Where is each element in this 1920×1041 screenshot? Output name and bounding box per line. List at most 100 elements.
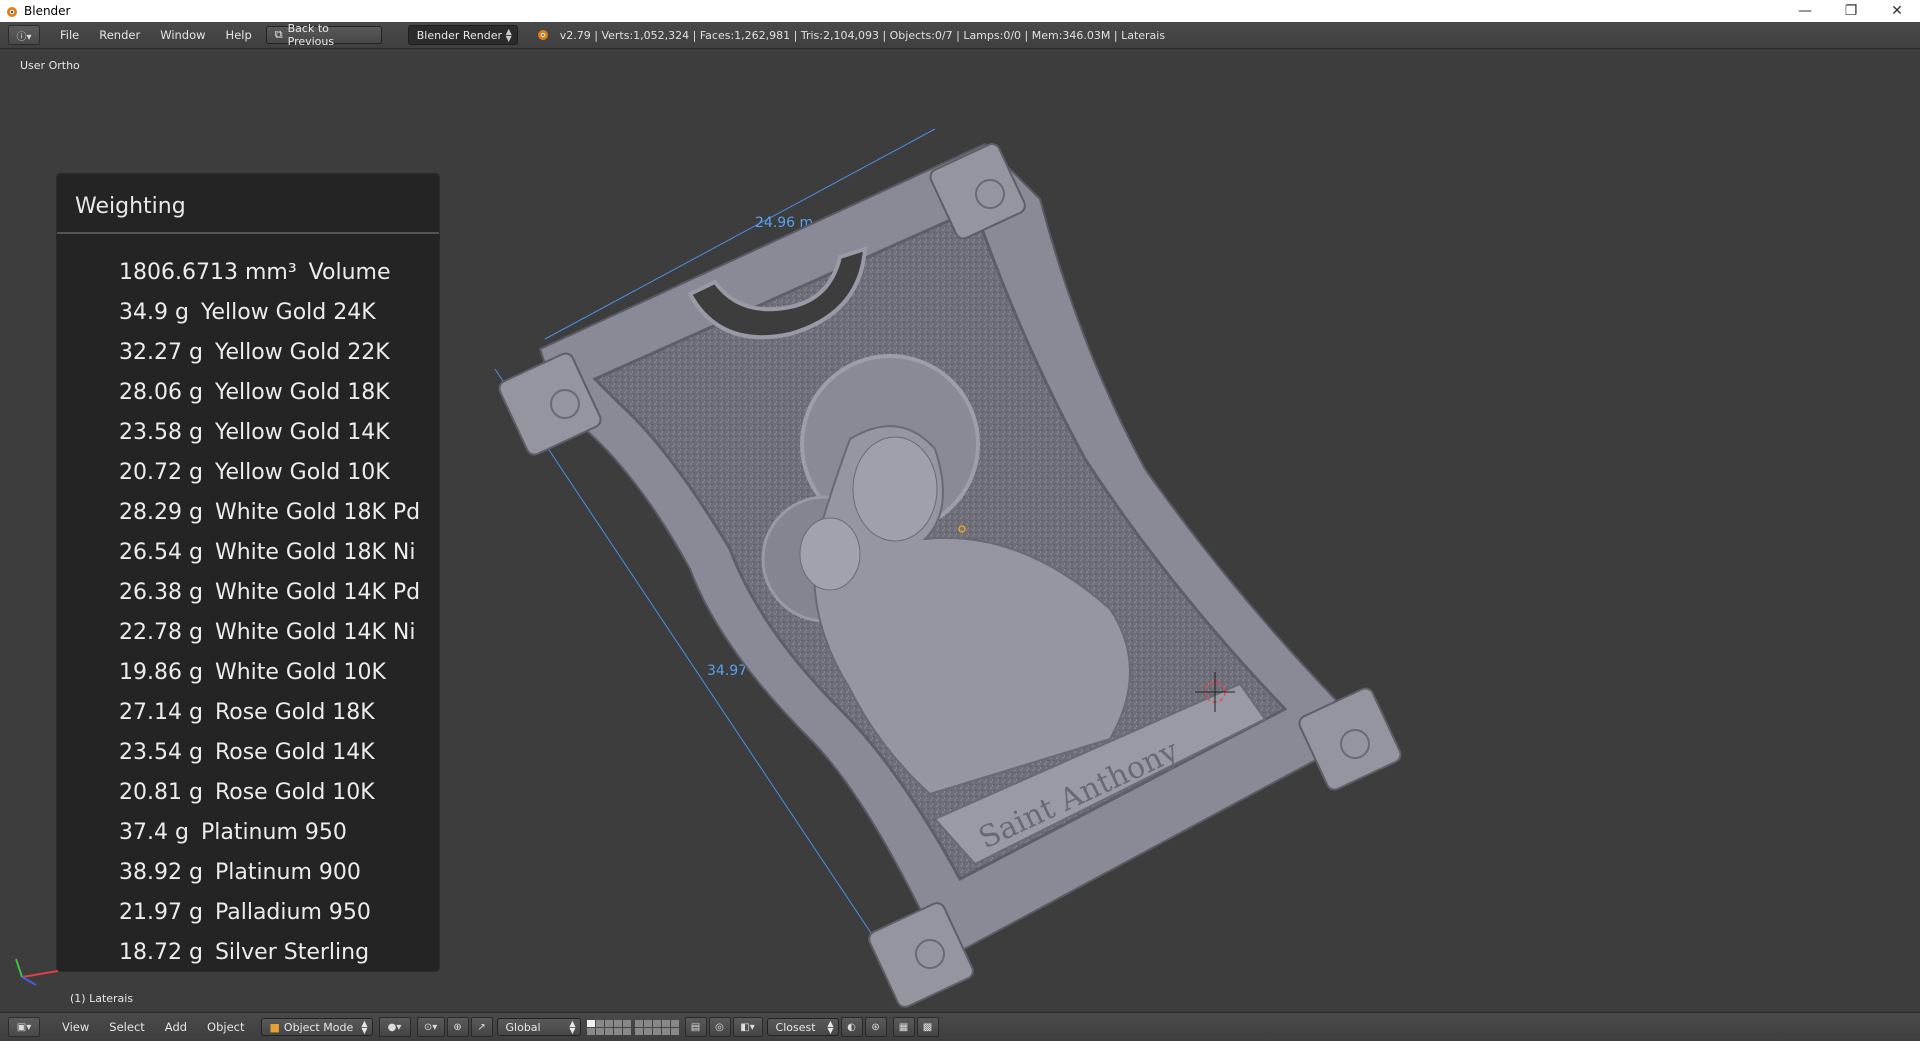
3d-view-header: ▣▾ View Select Add Object ■ Object Mode … xyxy=(0,1012,1920,1041)
weight-amount: 18.72 g xyxy=(119,940,203,965)
menu-help[interactable]: Help xyxy=(216,28,262,42)
restore-button[interactable]: ❐ xyxy=(1828,0,1874,22)
weight-amount: 23.54 g xyxy=(119,740,203,765)
weight-amount: 20.81 g xyxy=(119,780,203,805)
minimize-button[interactable]: — xyxy=(1782,0,1828,22)
weight-amount: 22.78 g xyxy=(119,620,203,645)
render-engine-select[interactable]: Blender Render ▲ ▼ xyxy=(407,25,518,45)
weight-material: White Gold 14K Pd xyxy=(214,580,421,605)
snap-align-icon[interactable]: ◐ xyxy=(840,1017,863,1037)
updown-arrows-icon: ▲ ▼ xyxy=(569,1019,576,1035)
menu-render[interactable]: Render xyxy=(89,28,150,42)
weight-material: White Gold 10K xyxy=(214,660,386,685)
weight-material: Rose Gold 10K xyxy=(214,780,375,805)
weight-row: 26.54 g White Gold 18K Ni xyxy=(119,540,415,565)
weight-row: 18.72 g Silver Sterling xyxy=(119,940,369,965)
close-button[interactable]: ✕ xyxy=(1874,0,1920,22)
layer-grid-right[interactable] xyxy=(634,1019,679,1035)
editor-type-3dview-icon[interactable]: ▣▾ xyxy=(8,1017,40,1037)
weight-row: 26.38 g White Gold 14K Pd xyxy=(119,580,420,605)
transform-orientation-select[interactable]: Global ▲ ▼ xyxy=(496,1018,581,1036)
transform-orientation-value: Global xyxy=(505,1020,541,1034)
weight-material: Silver Sterling xyxy=(214,940,370,965)
weight-row: 32.27 g Yellow Gold 22K xyxy=(119,340,390,365)
editor-type-info-icon[interactable]: ⓘ▾ xyxy=(8,25,40,45)
weight-amount: 26.54 g xyxy=(119,540,203,565)
back-to-previous-button[interactable]: ⧉ Back to Previous xyxy=(265,22,382,48)
menu-add[interactable]: Add xyxy=(155,1020,197,1034)
weight-amount: 21.97 g xyxy=(119,900,203,925)
layer-grid-left[interactable] xyxy=(586,1019,631,1035)
window-titlebar: Blender — ❐ ✕ xyxy=(0,0,1920,22)
weight-material: Yellow Gold 18K xyxy=(214,380,390,405)
blender-logo-icon xyxy=(7,7,17,17)
weighting-panel-header: Weighting xyxy=(57,174,439,234)
scene-stats: v2.79 | Verts:1,052,324 | Faces:1,262,98… xyxy=(559,28,1166,42)
weighting-panel: Weighting 1806.6713 mm³ Volume 34.9 g Yello… xyxy=(56,173,440,972)
weight-row: 37.4 g Platinum 950 xyxy=(119,820,347,845)
updown-arrows-icon: ▲ ▼ xyxy=(361,1019,368,1035)
weight-material: White Gold 18K Ni xyxy=(214,540,416,565)
blender-logo-icon xyxy=(537,30,548,40)
render-engine-value: Blender Render xyxy=(416,28,503,42)
weight-material: Yellow Gold 10K xyxy=(214,460,390,485)
snap-element-icon[interactable]: ◧▾ xyxy=(732,1017,763,1037)
menu-object[interactable]: Object xyxy=(197,1020,254,1034)
menu-view[interactable]: View xyxy=(52,1020,99,1034)
weight-material: Yellow Gold 14K xyxy=(214,420,390,445)
proportional-edit-icon[interactable]: ◎ xyxy=(708,1017,731,1037)
weight-material: Platinum 950 xyxy=(200,820,347,845)
snap-target-value: Closest xyxy=(775,1020,816,1034)
weight-row: 20.81 g Rose Gold 10K xyxy=(119,780,375,805)
layer-buttons[interactable] xyxy=(586,1019,679,1035)
updown-arrows-icon: ▲ ▼ xyxy=(827,1019,834,1035)
weight-amount: 38.92 g xyxy=(119,860,203,885)
render-animation-icon[interactable]: ▩ xyxy=(916,1017,939,1037)
transform-manipulator-icon[interactable]: ↗ xyxy=(470,1017,493,1037)
viewport-shading-icon[interactable]: ●▾ xyxy=(378,1017,411,1037)
weight-amount: 23.58 g xyxy=(119,420,203,445)
weight-material: White Gold 14K Ni xyxy=(214,620,416,645)
menu-window[interactable]: Window xyxy=(150,28,215,42)
weight-amount: 1806.6713 mm³ xyxy=(119,260,297,285)
weight-material: Yellow Gold 24K xyxy=(200,300,376,325)
weight-row: 21.97 g Palladium 950 xyxy=(119,900,371,925)
axis-gizmo-icon xyxy=(15,958,59,986)
child-head xyxy=(799,517,861,591)
weight-row: 38.92 g Platinum 900 xyxy=(119,860,361,885)
weight-row: 19.86 g White Gold 10K xyxy=(119,660,386,685)
render-image-icon[interactable]: ▦ xyxy=(892,1017,915,1037)
lock-layers-icon[interactable]: ▤ xyxy=(684,1017,707,1037)
weight-amount: 34.9 g xyxy=(119,300,189,325)
weight-amount: 20.72 g xyxy=(119,460,203,485)
weight-row: 27.14 g Rose Gold 18K xyxy=(119,700,375,725)
weight-amount: 28.29 g xyxy=(119,500,203,525)
3d-viewport[interactable]: User Ortho 24.96 m 34.97 m Saint Anthony… xyxy=(0,49,1920,1012)
menu-select[interactable]: Select xyxy=(99,1020,154,1034)
weight-row: 28.29 g White Gold 18K Pd xyxy=(119,500,420,525)
pivot-point-icon[interactable]: ⊙▾ xyxy=(416,1017,445,1037)
weight-material: Platinum 900 xyxy=(214,860,361,885)
weight-row: 34.9 g Yellow Gold 24K xyxy=(119,300,376,325)
weight-row: 22.78 g White Gold 14K Ni xyxy=(119,620,415,645)
weight-amount: 32.27 g xyxy=(119,340,203,365)
weight-material: Rose Gold 14K xyxy=(214,740,375,765)
weight-row: 1806.6713 mm³ Volume xyxy=(119,260,390,285)
cube-icon: ■ xyxy=(269,1020,280,1034)
weight-row: 20.72 g Yellow Gold 10K xyxy=(119,460,390,485)
snap-target-select[interactable]: Closest ▲ ▼ xyxy=(766,1018,839,1036)
back-to-previous-label: Back to Previous xyxy=(287,22,335,48)
weight-material: Yellow Gold 22K xyxy=(214,340,390,365)
menu-file[interactable]: File xyxy=(50,28,89,42)
weight-material: White Gold 18K Pd xyxy=(214,500,421,525)
saint-head xyxy=(852,436,938,542)
object-mode-select[interactable]: ■ Object Mode ▲ ▼ xyxy=(260,1018,373,1036)
manipulator-toggle-icon[interactable]: ⊕ xyxy=(446,1017,469,1037)
panel-title: Weighting xyxy=(75,194,186,219)
weight-material: Volume xyxy=(308,260,391,285)
weight-amount: 27.14 g xyxy=(119,700,203,725)
weight-amount: 26.38 g xyxy=(119,580,203,605)
weight-row: 23.58 g Yellow Gold 14K xyxy=(119,420,390,445)
snap-project-icon[interactable]: ⊛ xyxy=(864,1017,887,1037)
object-mode-value: Object Mode xyxy=(283,1020,354,1034)
